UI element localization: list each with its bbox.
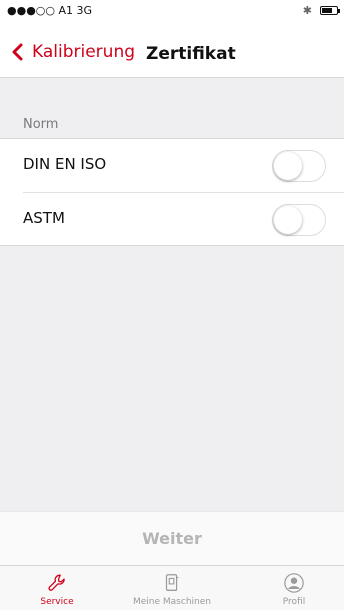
battery-icon: [320, 6, 340, 15]
battery-level: [322, 8, 332, 13]
norm-options-list: DIN EN ISO ASTM: [0, 138, 344, 246]
option-label: ASTM: [23, 209, 65, 227]
carrier-signal: ●●●○○ A1 3G: [7, 4, 93, 17]
back-button[interactable]: Kalibrierung: [8, 42, 135, 62]
wrench-icon: [48, 574, 65, 591]
option-label: DIN EN ISO: [23, 155, 107, 173]
status-icons: ✱: [302, 4, 340, 17]
tab-label: Profil: [282, 597, 306, 607]
din-en-iso-toggle[interactable]: [272, 150, 326, 182]
bluetooth-icon: ✱: [302, 4, 312, 17]
tab-label: Service: [40, 597, 74, 607]
chevron-left-icon: [12, 43, 23, 61]
next-button[interactable]: Weiter: [0, 511, 344, 565]
status-bar: ●●●○○ A1 3G ✱: [0, 0, 344, 22]
next-button-label: Weiter: [142, 529, 202, 548]
empty-content-area: [0, 246, 344, 511]
option-row-astm[interactable]: ASTM: [0, 193, 344, 247]
tab-service[interactable]: Service: [25, 566, 89, 610]
toggle-knob: [274, 206, 302, 234]
astm-toggle[interactable]: [272, 204, 326, 236]
tab-bar: Service Meine Maschinen Profil: [0, 565, 344, 610]
tab-label: Meine Maschinen: [133, 597, 211, 607]
option-row-din-en-iso[interactable]: DIN EN ISO: [0, 139, 344, 193]
navigation-bar: Kalibrierung Zertifikat: [0, 22, 344, 78]
profile-icon: [284, 573, 304, 593]
toggle-knob: [274, 152, 302, 180]
section-header-norm: Norm: [23, 117, 59, 132]
back-button-label: Kalibrierung: [32, 42, 136, 62]
machine-icon: [165, 574, 179, 591]
page-title: Zertifikat: [146, 44, 236, 64]
tab-profil[interactable]: Profil: [262, 566, 326, 610]
tab-meine-maschinen[interactable]: Meine Maschinen: [122, 566, 222, 610]
